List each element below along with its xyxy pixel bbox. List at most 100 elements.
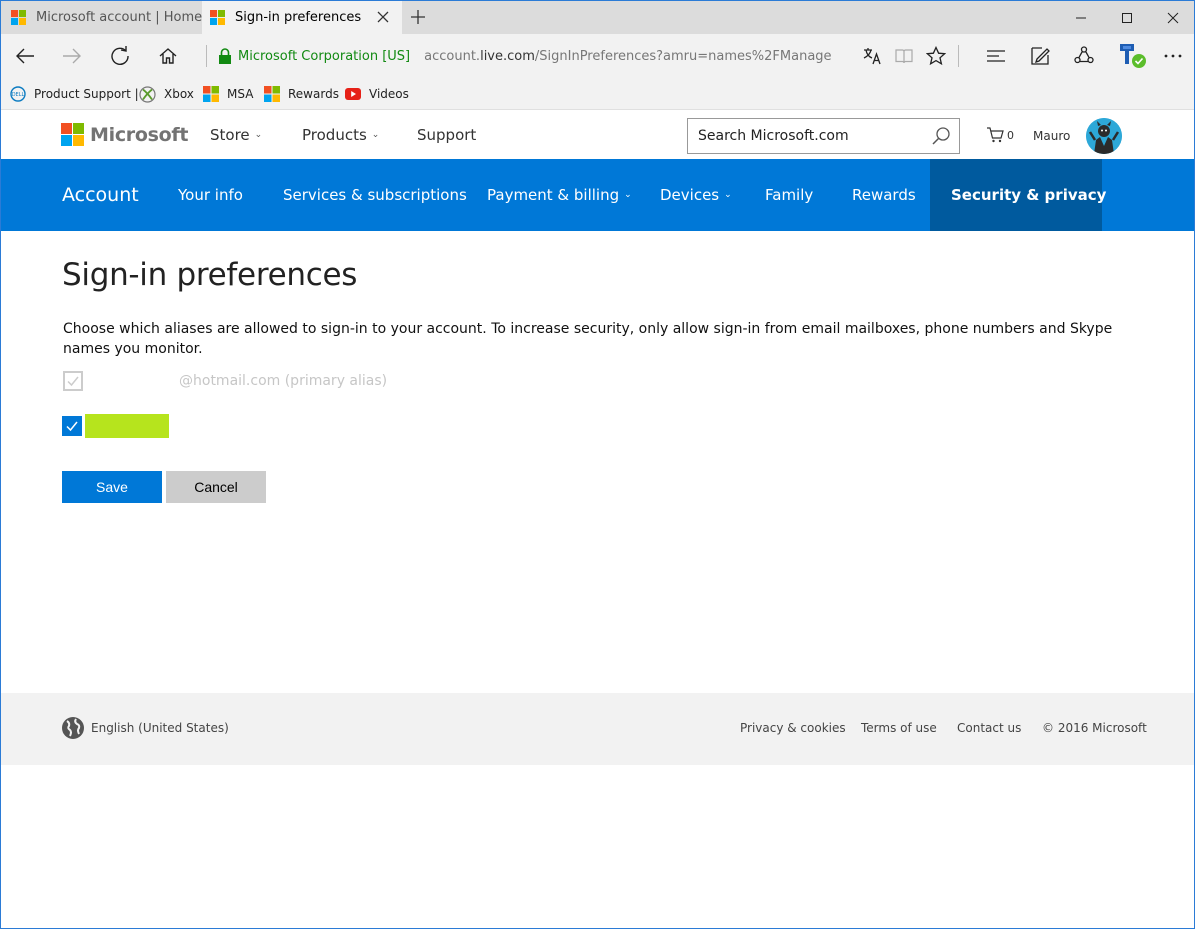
contact-us-link[interactable]: Contact us [957, 721, 1021, 735]
nav-store[interactable]: Store ⌄ [210, 126, 262, 144]
toolbar-divider [958, 45, 959, 67]
address-bar[interactable]: Microsoft Corporation [US] account.live.… [206, 42, 846, 70]
page-description: Choose which aliases are allowed to sign… [63, 321, 1113, 357]
favorite-label: Videos [369, 87, 409, 101]
site-footer: English (United States) Privacy & cookie… [1, 693, 1194, 765]
privacy-cookies-link[interactable]: Privacy & cookies [740, 721, 846, 735]
microsoft-logo-icon [203, 86, 219, 102]
home-icon [159, 48, 177, 64]
url-domain: live.com [480, 48, 535, 64]
maximize-icon [1122, 12, 1132, 23]
nav-products[interactable]: Products ⌄ [302, 126, 379, 144]
pen-note-icon [1031, 47, 1050, 65]
nav-rewards[interactable]: Rewards [852, 159, 916, 231]
reading-view-icon [895, 49, 913, 64]
svg-text:DELL: DELL [12, 92, 25, 98]
microsoft-logo-icon [210, 10, 225, 25]
favorite-product-support[interactable]: DELL Product Support | [10, 85, 139, 103]
secondary-alias-checkbox[interactable] [62, 416, 82, 436]
refresh-button[interactable] [106, 42, 134, 70]
redacted-alias-label [85, 414, 169, 438]
nav-your-info[interactable]: Your info [178, 159, 243, 231]
primary-alias-row: @hotmail.com (primary alias) [63, 371, 387, 391]
tab-sign-in-preferences[interactable]: Sign-in preferences [202, 1, 402, 34]
favorite-msa[interactable]: MSA [203, 85, 253, 103]
forward-button[interactable] [58, 42, 86, 70]
hub-button[interactable] [982, 42, 1010, 70]
nav-label: Store [210, 126, 250, 144]
star-icon [926, 46, 946, 66]
nav-label: Payment & billing [487, 186, 620, 204]
xbox-icon [139, 85, 156, 103]
home-button[interactable] [154, 42, 182, 70]
extension-button[interactable] [1116, 42, 1150, 70]
search-icon[interactable] [931, 126, 951, 146]
user-name[interactable]: Mauro [1033, 129, 1070, 143]
search-placeholder: Search Microsoft.com [698, 128, 849, 144]
url-subdomain: account. [424, 48, 481, 64]
nav-security-privacy[interactable]: Security & privacy [930, 159, 1106, 231]
certificate-organization[interactable]: Microsoft Corporation [US] [238, 49, 410, 64]
search-input[interactable]: Search Microsoft.com [687, 118, 960, 154]
favorite-label: Product Support | [34, 87, 139, 101]
nav-support[interactable]: Support [417, 126, 476, 144]
favorite-button[interactable] [922, 42, 950, 70]
avatar[interactable] [1086, 118, 1122, 154]
nav-payment-billing[interactable]: Payment & billing ⌄ [487, 159, 632, 231]
terms-of-use-link[interactable]: Terms of use [861, 721, 937, 735]
new-tab-icon[interactable] [409, 8, 427, 26]
save-button[interactable]: Save [62, 471, 162, 503]
chevron-down-icon: ⌄ [371, 130, 380, 140]
web-note-button[interactable] [1026, 42, 1054, 70]
close-tab-icon[interactable] [374, 8, 392, 26]
locale-picker[interactable]: English (United States) [61, 716, 229, 740]
nav-family[interactable]: Family [765, 159, 813, 231]
address-toolbar: Microsoft Corporation [US] account.live.… [1, 34, 1194, 78]
account-home-link[interactable]: Account [62, 159, 139, 231]
forward-arrow-icon [63, 48, 81, 64]
lock-icon [219, 47, 231, 64]
toolbar-divider [206, 45, 207, 67]
close-icon [1167, 12, 1179, 23]
favorite-label: Rewards [288, 87, 339, 101]
chevron-down-icon: ⌄ [724, 190, 732, 200]
secondary-alias-row [62, 414, 169, 438]
favorite-label: MSA [227, 87, 254, 101]
nav-devices[interactable]: Devices ⌄ [660, 159, 732, 231]
share-button[interactable] [1070, 42, 1098, 70]
favorite-videos[interactable]: Videos [345, 85, 409, 103]
primary-alias-checkbox [63, 371, 83, 391]
favorites-bar: DELL Product Support | Xbox MSA Rewards … [1, 78, 1194, 110]
cart-count: 0 [1007, 128, 1014, 142]
microsoft-logo-link[interactable]: Microsoft [61, 123, 188, 146]
brand-name: Microsoft [90, 123, 189, 146]
maximize-button[interactable] [1104, 1, 1150, 34]
microsoft-logo-icon [11, 10, 26, 25]
microsoft-logo-icon [61, 123, 84, 146]
nav-label: Products [302, 126, 367, 144]
back-button[interactable] [11, 42, 39, 70]
account-nav: Account Your info Services & subscriptio… [1, 159, 1194, 231]
reading-view-button[interactable] [890, 42, 918, 70]
url-path: /SignInPreferences?amru=names%2FManage [534, 48, 832, 64]
minimize-button[interactable] [1058, 1, 1104, 34]
favorite-rewards[interactable]: Rewards [264, 85, 339, 103]
cancel-button[interactable]: Cancel [166, 471, 266, 503]
globe-icon [62, 717, 84, 739]
translate-button[interactable] [858, 42, 886, 70]
site-header: Microsoft Store ⌄ Products ⌄ Support Searc… [1, 111, 1194, 159]
url-text[interactable]: account.live.com/SignInPreferences?amru=… [424, 49, 831, 64]
more-dots-icon [1164, 54, 1182, 58]
favorite-xbox[interactable]: Xbox [139, 85, 194, 103]
tab-microsoft-account-home[interactable]: Microsoft account | Home [1, 1, 202, 34]
close-window-button[interactable] [1150, 1, 1194, 34]
cart-button[interactable]: 0 [986, 127, 1014, 143]
chevron-down-icon: ⌄ [254, 130, 263, 140]
cart-icon [987, 127, 1004, 143]
share-icon [1074, 46, 1094, 64]
tab-title: Sign-in preferences [235, 10, 362, 25]
hub-icon [987, 50, 1005, 62]
more-button[interactable] [1159, 42, 1187, 70]
nav-services-subscriptions[interactable]: Services & subscriptions [283, 159, 467, 231]
translate-icon [863, 48, 881, 65]
